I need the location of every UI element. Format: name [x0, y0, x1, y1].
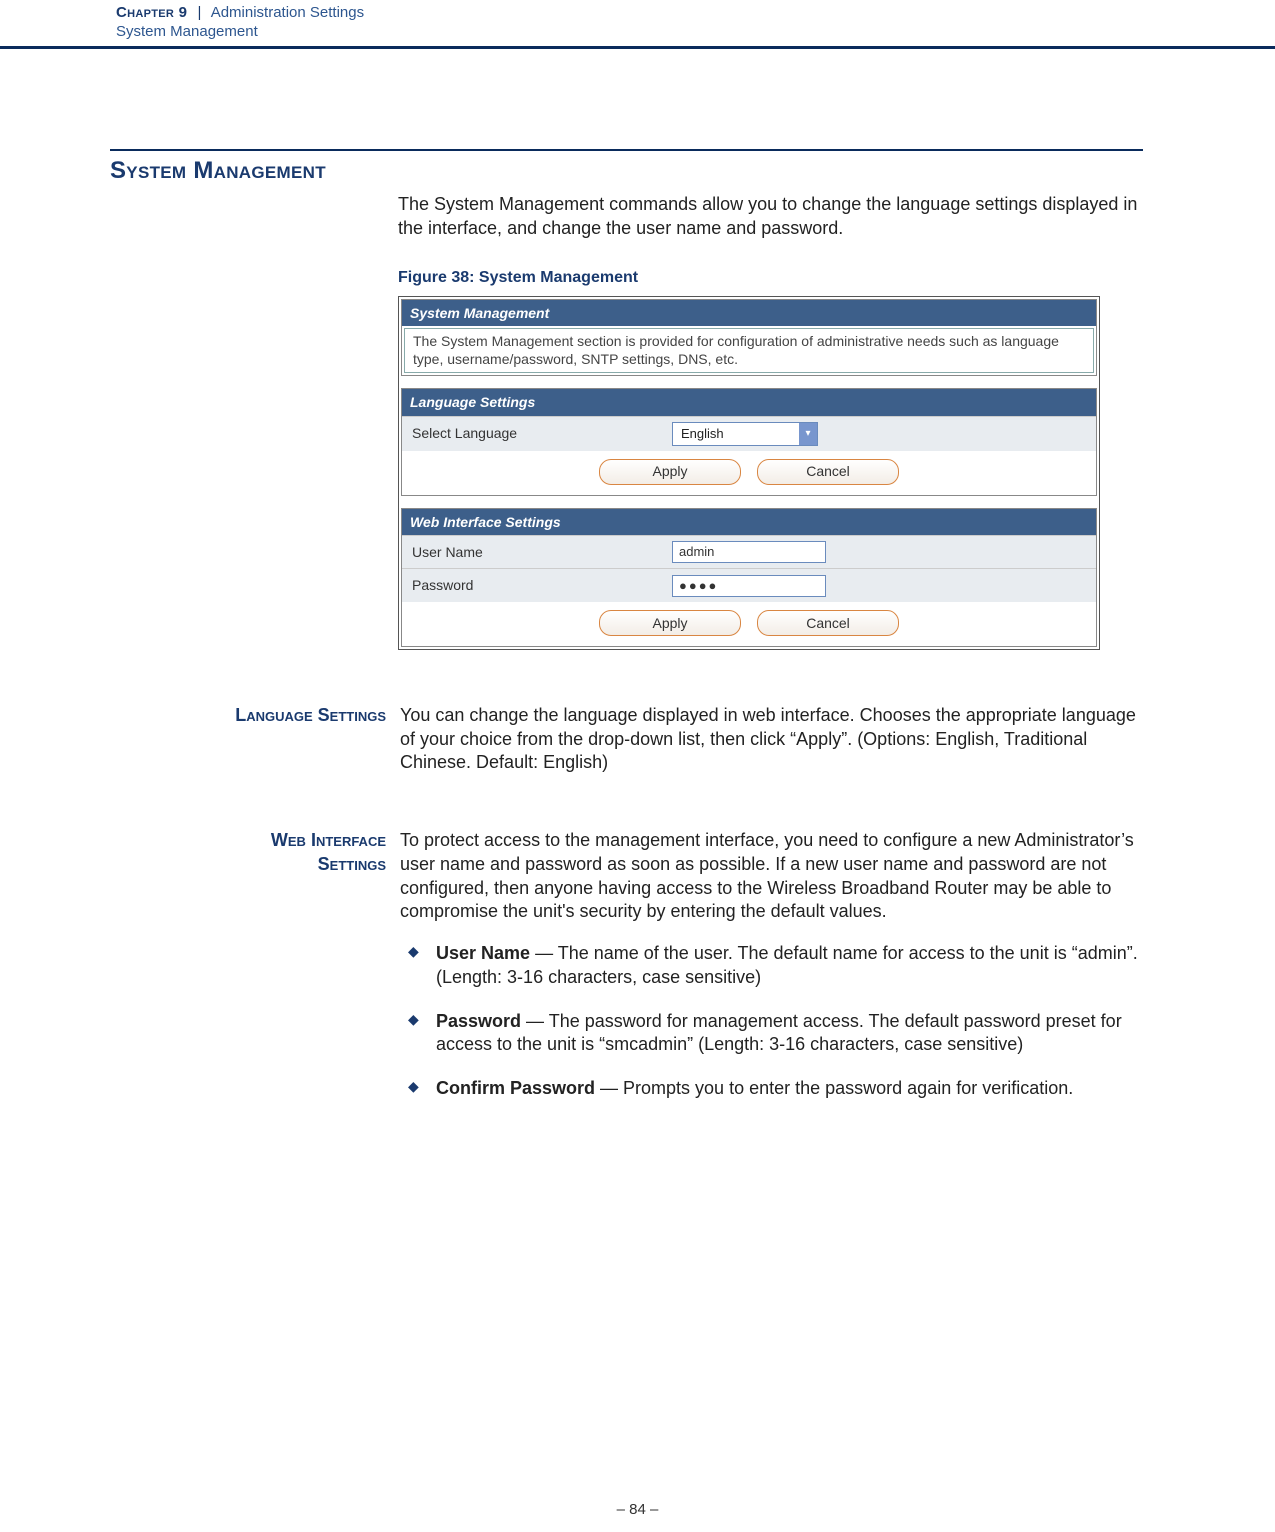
field-label: Password: [402, 569, 662, 601]
side-heading-line2: Settings: [318, 854, 386, 874]
item-label: Confirm Password: [436, 1078, 595, 1098]
running-subtitle: System Management: [116, 23, 1275, 40]
list-item-user-name: User Name — The name of the user. The de…: [400, 942, 1143, 990]
section-heading: System Management: [110, 157, 1143, 185]
cancel-button[interactable]: Cancel: [757, 459, 899, 485]
panel-system-management: System Management The System Management …: [401, 299, 1097, 376]
side-heading-line1: Web Interface: [271, 830, 386, 850]
figure-screenshot: System Management The System Management …: [398, 296, 1100, 650]
field-label: Select Language: [402, 417, 662, 451]
item-label: Password: [436, 1011, 521, 1031]
page-number: – 84 –: [0, 1501, 1275, 1518]
apply-button[interactable]: Apply: [599, 610, 741, 636]
list-item-confirm-password: Confirm Password — Prompts you to enter …: [400, 1077, 1143, 1101]
panel-heading: Web Interface Settings: [402, 509, 1096, 535]
side-heading-web-interface-settings: Web Interface Settings: [110, 829, 386, 1121]
header-divider: [0, 46, 1275, 49]
field-label: User Name: [402, 536, 662, 568]
list-item-password: Password — The password for management a…: [400, 1010, 1143, 1058]
panel-description: The System Management section is provide…: [404, 328, 1094, 373]
language-settings-paragraph: You can change the language displayed in…: [400, 704, 1143, 775]
apply-button[interactable]: Apply: [599, 459, 741, 485]
dropdown-value: English: [673, 425, 799, 442]
figure-caption: Figure 38: System Management: [398, 267, 1143, 288]
panel-heading: Language Settings: [402, 389, 1096, 415]
item-text: — Prompts you to enter the password agai…: [595, 1078, 1073, 1098]
chapter-title: Administration Settings: [211, 4, 364, 21]
side-heading-language-settings: Language Settings: [110, 704, 386, 775]
web-interface-paragraph: To protect access to the management inte…: [400, 829, 1143, 924]
username-input[interactable]: admin: [672, 541, 826, 563]
section-rule: [110, 149, 1143, 151]
separator: |: [191, 4, 207, 21]
item-label: User Name: [436, 943, 530, 963]
password-input[interactable]: ●●●●: [672, 575, 826, 597]
language-dropdown[interactable]: English ▾: [672, 422, 818, 446]
item-text: — The name of the user. The default name…: [436, 943, 1138, 987]
panel-web-interface-settings: Web Interface Settings User Name admin P…: [401, 508, 1097, 647]
intro-paragraph: The System Management commands allow you…: [398, 193, 1143, 241]
item-text: — The password for management access. Th…: [436, 1011, 1122, 1055]
chevron-down-icon: ▾: [799, 423, 817, 445]
panel-language-settings: Language Settings Select Language Englis…: [401, 388, 1097, 495]
row-password: Password ●●●●: [402, 568, 1096, 601]
panel-heading: System Management: [402, 300, 1096, 326]
cancel-button[interactable]: Cancel: [757, 610, 899, 636]
row-user-name: User Name admin: [402, 535, 1096, 568]
row-select-language: Select Language English ▾: [402, 416, 1096, 451]
chapter-label: Chapter 9: [116, 4, 187, 21]
running-header: Chapter 9 | Administration Settings Syst…: [0, 4, 1275, 40]
